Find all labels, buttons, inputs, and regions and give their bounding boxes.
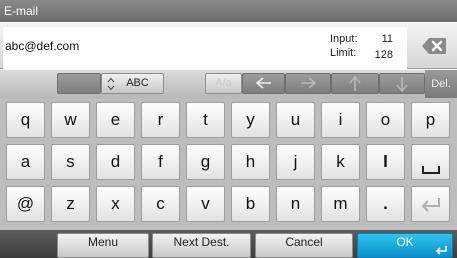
ok-button[interactable]: OK xyxy=(357,233,453,258)
key-x[interactable]: x xyxy=(96,186,135,222)
key-v[interactable]: v xyxy=(186,186,225,222)
key-n[interactable]: n xyxy=(276,186,315,222)
toggle-updown-icon xyxy=(107,77,115,91)
key-b[interactable]: b xyxy=(231,186,270,222)
key-c[interactable]: c xyxy=(141,186,180,222)
enter-icon xyxy=(435,246,447,255)
arrow-left-icon xyxy=(255,77,271,89)
input-mode-label: ABC xyxy=(126,77,149,89)
cancel-button[interactable]: Cancel xyxy=(255,233,353,258)
key-l[interactable]: l xyxy=(366,144,405,180)
key-d[interactable]: d xyxy=(96,144,135,180)
mode-bar: ABC A/a xyxy=(0,70,457,98)
mode-spacer-button xyxy=(57,73,101,94)
key-w[interactable]: w xyxy=(51,102,90,138)
arrow-right-icon xyxy=(301,77,317,89)
key-r[interactable]: r xyxy=(141,102,180,138)
space-icon xyxy=(422,166,440,174)
window-title: E-mail xyxy=(0,0,457,22)
key-q[interactable]: q xyxy=(6,102,45,138)
key-o[interactable]: o xyxy=(366,102,405,138)
key-y[interactable]: y xyxy=(231,102,270,138)
key-g[interactable]: g xyxy=(186,144,225,180)
backspace-icon xyxy=(422,38,446,54)
key-f[interactable]: f xyxy=(141,144,180,180)
menu-button[interactable]: Menu xyxy=(57,233,149,258)
delete-button[interactable]: Del. xyxy=(425,70,457,98)
cursor-right-button[interactable] xyxy=(285,73,331,94)
key-at[interactable]: @ xyxy=(6,186,45,222)
space-key[interactable] xyxy=(411,144,450,180)
email-input-value: abc@def.com xyxy=(5,39,80,53)
key-period[interactable]: . xyxy=(366,186,405,222)
key-a[interactable]: a xyxy=(6,144,45,180)
case-toggle-label: A/a xyxy=(215,77,232,89)
cursor-left-button[interactable] xyxy=(242,73,285,94)
keyboard: q w e r t y u i o p a s d f g h j k l @ … xyxy=(0,98,457,230)
key-h[interactable]: h xyxy=(231,144,270,180)
case-toggle-button[interactable]: A/a xyxy=(205,73,242,94)
ok-label: OK xyxy=(396,235,414,249)
input-mode-button[interactable]: ABC xyxy=(101,73,164,94)
enter-icon xyxy=(421,198,440,212)
next-dest-button[interactable]: Next Dest. xyxy=(152,233,251,258)
enter-key[interactable] xyxy=(411,186,450,222)
backspace-button[interactable] xyxy=(414,33,454,59)
input-count-label: Input: xyxy=(330,33,358,45)
key-z[interactable]: z xyxy=(51,186,90,222)
key-s[interactable]: s xyxy=(51,144,90,180)
key-t[interactable]: t xyxy=(186,102,225,138)
key-i[interactable]: i xyxy=(321,102,360,138)
email-entry-screen: E-mail abc@def.com Input: 11 Limit: 128 … xyxy=(0,0,457,258)
limit-count-value: 128 xyxy=(374,49,393,61)
key-j[interactable]: j xyxy=(276,144,315,180)
email-input[interactable]: abc@def.com Input: 11 Limit: 128 xyxy=(3,27,407,69)
key-k[interactable]: k xyxy=(321,144,360,180)
key-p[interactable]: p xyxy=(411,102,450,138)
key-e[interactable]: e xyxy=(96,102,135,138)
key-m[interactable]: m xyxy=(321,186,360,222)
limit-count-label: Limit: xyxy=(330,47,357,59)
input-count-value: 11 xyxy=(381,33,393,45)
arrow-down-icon xyxy=(396,77,408,93)
entry-row: abc@def.com Input: 11 Limit: 128 xyxy=(0,23,457,69)
key-u[interactable]: u xyxy=(276,102,315,138)
cursor-down-button[interactable] xyxy=(379,73,425,94)
cursor-up-button[interactable] xyxy=(331,73,379,94)
arrow-up-icon xyxy=(349,75,361,91)
